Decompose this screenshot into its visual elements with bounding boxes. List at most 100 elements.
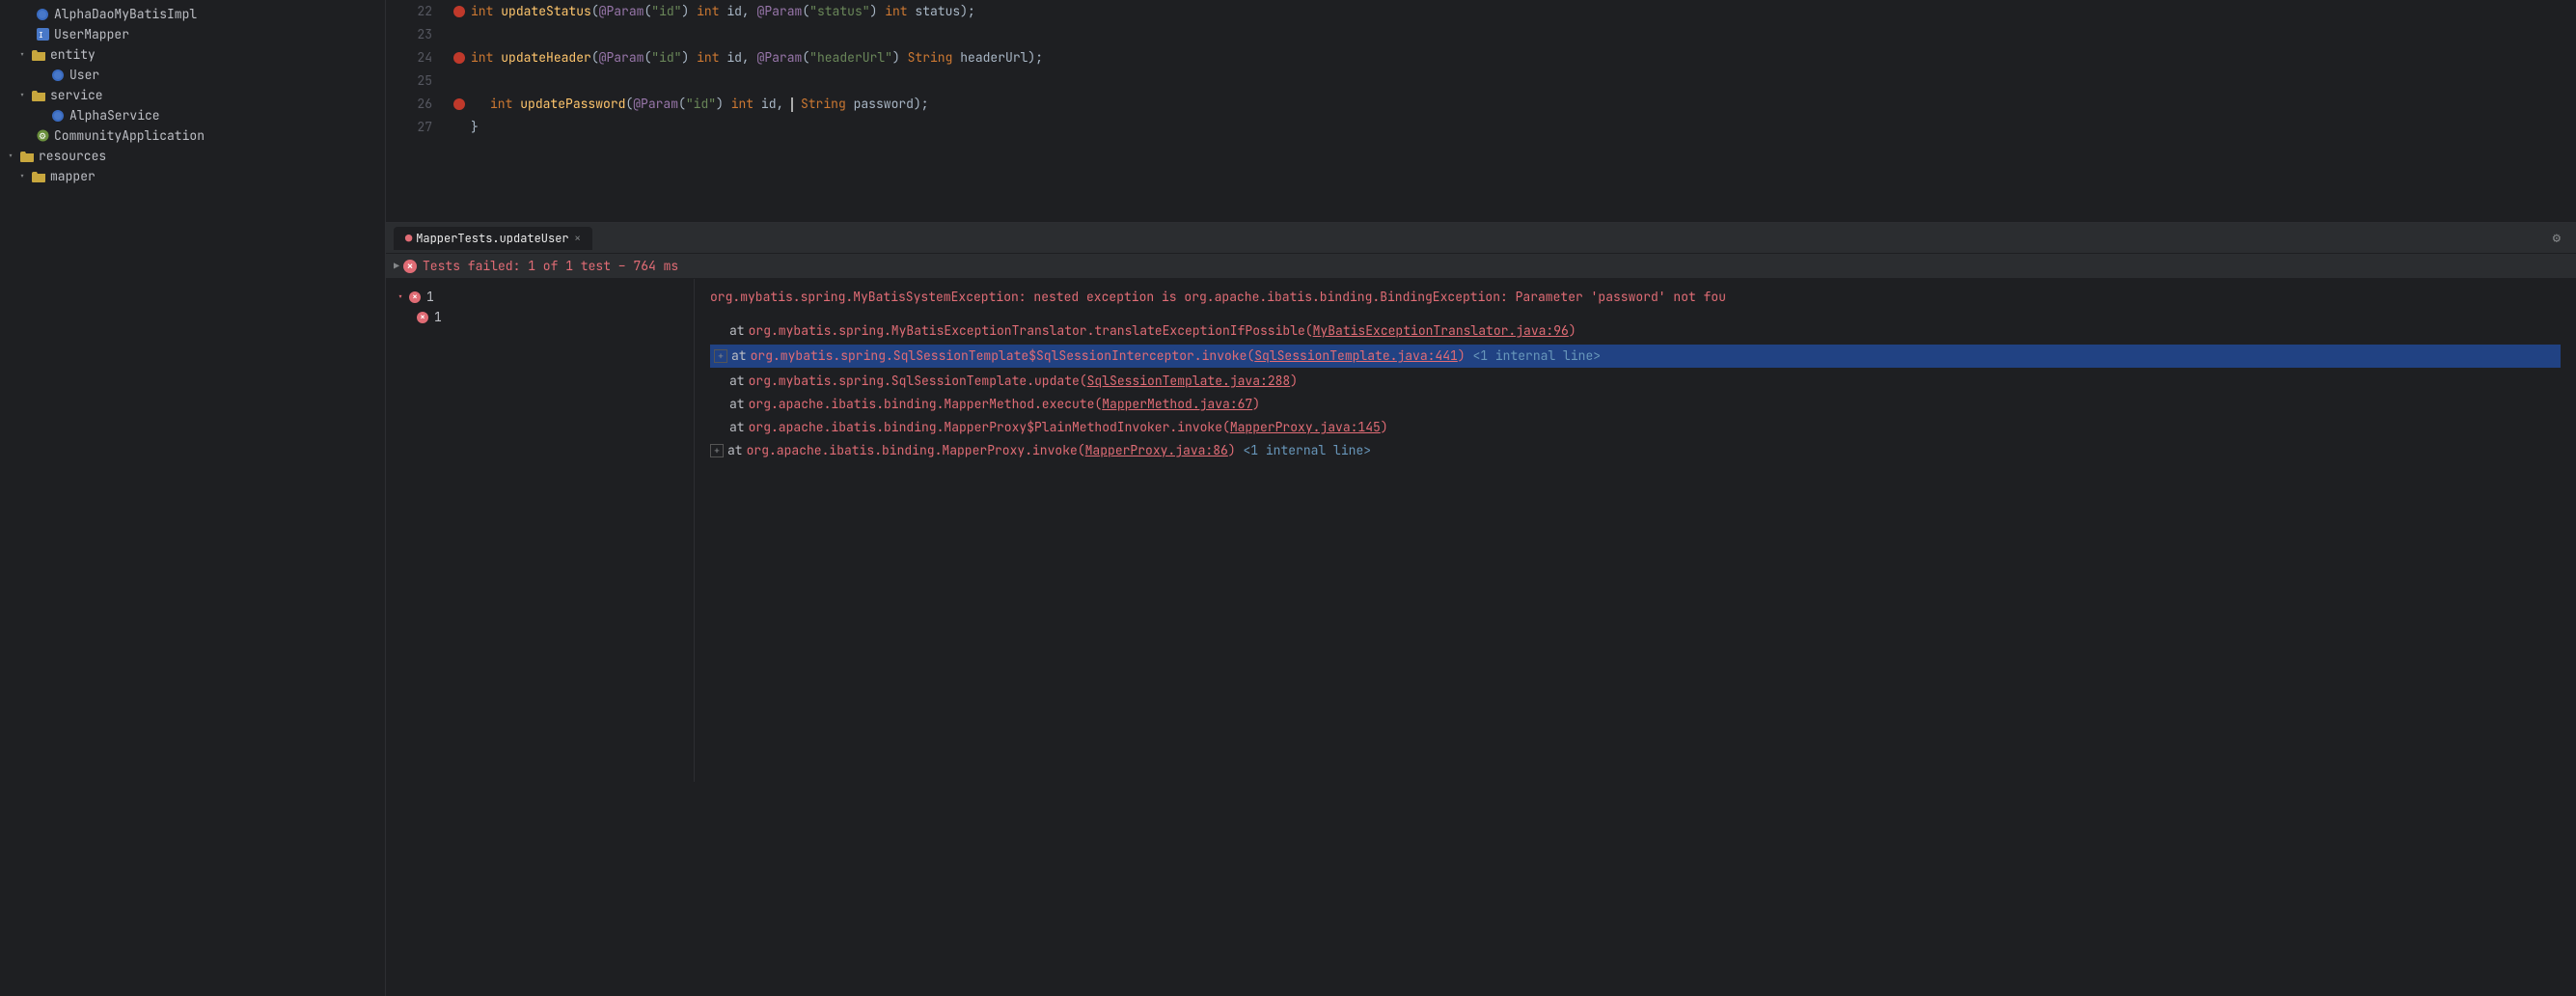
tab-label: MapperTests.updateUser xyxy=(416,231,568,246)
code-line-24: int updateHeader(@Param("id") int id, @P… xyxy=(452,46,2576,69)
stack-line-5: at org.apache.ibatis.binding.MapperProxy… xyxy=(710,416,2561,439)
sidebar-item-user[interactable]: User xyxy=(0,65,385,85)
sidebar-label: User xyxy=(69,67,99,83)
stack-link-1[interactable]: MyBatisExceptionTranslator.java:96 xyxy=(1313,320,1569,342)
main-container: AlphaDaoMyBatisImpl I UserMapper ▾ entit… xyxy=(0,0,2576,996)
error-dot-icon: ✕ xyxy=(409,291,421,303)
sidebar-item-usermapper[interactable]: I UserMapper xyxy=(0,24,385,44)
breakpoint-25 xyxy=(452,73,467,89)
stack-line-3: at org.mybatis.spring.SqlSessionTemplate… xyxy=(710,370,2561,393)
sidebar-label: service xyxy=(50,87,103,103)
code-editor: 22 23 24 25 26 27 int updateStatus(@Para… xyxy=(386,0,2576,222)
sidebar-label: resources xyxy=(39,148,106,164)
stack-indent: at xyxy=(710,417,745,438)
expand-button-6[interactable]: + xyxy=(710,444,724,457)
sidebar-item-mapper[interactable]: ▾ mapper xyxy=(0,166,385,186)
error-output-panel[interactable]: org.mybatis.spring.MyBatisSystemExceptio… xyxy=(695,279,2576,782)
chevron-down-icon: ▾ xyxy=(397,292,407,302)
stack-class-2: org.mybatis.spring.SqlSessionTemplate$Sq… xyxy=(751,346,1255,367)
error-text: org.mybatis.spring.MyBatisSystemExceptio… xyxy=(710,289,1726,305)
code-line-25 xyxy=(452,69,2576,93)
sidebar-item-entity[interactable]: ▾ entity xyxy=(0,44,385,65)
chevron-right-icon: ▾ xyxy=(19,172,29,181)
error-main-message: org.mybatis.spring.MyBatisSystemExceptio… xyxy=(710,287,2561,308)
collapse-arrow[interactable]: ▶ xyxy=(394,260,399,272)
stack-class-6: org.apache.ibatis.binding.MapperProxy.in… xyxy=(747,440,1085,461)
stack-class-3: org.mybatis.spring.SqlSessionTemplate.up… xyxy=(749,371,1087,392)
code-area[interactable]: int updateStatus(@Param("id") int id, @P… xyxy=(444,0,2576,222)
test-status: ✕ Tests failed: 1 of 1 test – 764 ms xyxy=(403,258,678,274)
tab-mappertests-updateuser[interactable]: ● MapperTests.updateUser ✕ xyxy=(394,227,592,250)
resources-folder-icon xyxy=(19,149,35,164)
stack-link-2[interactable]: SqlSessionTemplate.java:441 xyxy=(1254,346,1458,367)
stack-line-1: at org.mybatis.spring.MyBatisExceptionTr… xyxy=(710,319,2561,343)
sidebar-label: CommunityApplication xyxy=(54,127,205,144)
stack-class-5: org.apache.ibatis.binding.MapperProxy$Pl… xyxy=(749,417,1230,438)
folder-icon xyxy=(31,88,46,103)
test-tree-item-1[interactable]: ▾ ✕ 1 xyxy=(394,287,686,307)
breakpoint-27 xyxy=(452,120,467,135)
code-line-26: int updatePassword(@Param("id") int id, … xyxy=(452,93,2576,116)
stack-line-4: at org.apache.ibatis.binding.MapperMetho… xyxy=(710,393,2561,416)
sidebar-item-communityapplication[interactable]: ⚙ CommunityApplication xyxy=(0,125,385,146)
breakpoint-24 xyxy=(452,50,467,66)
sidebar-item-resources[interactable]: ▾ resources xyxy=(0,146,385,166)
svg-text:I: I xyxy=(39,31,43,40)
stack-indent: at xyxy=(710,320,745,342)
folder-icon xyxy=(31,47,46,63)
breakpoint-22 xyxy=(452,4,467,19)
bottom-panel: ● MapperTests.updateUser ✕ ⚙ ▶ ✕ Tests f… xyxy=(386,222,2576,782)
chevron-down-icon: ▾ xyxy=(19,50,29,60)
stack-link-4[interactable]: MapperMethod.java:67 xyxy=(1102,394,1252,415)
breakpoint-26 xyxy=(452,97,467,112)
sidebar-item-alphadaomybatisimpl[interactable]: AlphaDaoMyBatisImpl xyxy=(0,4,385,24)
sidebar-label: mapper xyxy=(50,168,96,184)
tab-error-icon: ● xyxy=(405,231,412,246)
stack-class-4: org.apache.ibatis.binding.MapperMethod.e… xyxy=(749,394,1103,415)
stack-link-5[interactable]: MapperProxy.java:145 xyxy=(1230,417,1381,438)
error-dot-icon: ✕ xyxy=(417,312,428,323)
code-line-22: int updateStatus(@Param("id") int id, @P… xyxy=(452,0,2576,23)
internal-line-label-6: <1 internal line> xyxy=(1236,440,1371,461)
stack-line-6: + at org.apache.ibatis.binding.MapperPro… xyxy=(710,439,2561,462)
tree-number-1: 1 xyxy=(426,289,434,305)
code-line-27: } xyxy=(452,116,2576,139)
sidebar-item-service[interactable]: ▾ service xyxy=(0,85,385,105)
sidebar-label: AlphaService xyxy=(69,107,160,124)
stack-class-1: org.mybatis.spring.MyBatisExceptionTrans… xyxy=(749,320,1313,342)
test-tree-item-1-1[interactable]: ✕ 1 xyxy=(394,307,686,327)
stack-indent: at xyxy=(710,371,745,392)
tab-close-button[interactable]: ✕ xyxy=(575,232,581,244)
java-file-icon xyxy=(50,68,66,83)
java-file-icon xyxy=(35,7,50,22)
test-status-text: Tests failed: 1 of 1 test – 764 ms xyxy=(423,258,678,274)
sidebar: AlphaDaoMyBatisImpl I UserMapper ▾ entit… xyxy=(0,0,386,996)
svg-text:⚙: ⚙ xyxy=(39,131,46,141)
expand-button[interactable]: + xyxy=(714,349,727,363)
bottom-tabs: ● MapperTests.updateUser ✕ ⚙ xyxy=(386,223,2576,254)
stack-link-3[interactable]: SqlSessionTemplate.java:288 xyxy=(1087,371,1291,392)
sidebar-label: AlphaDaoMyBatisImpl xyxy=(54,6,197,22)
spring-boot-icon: ⚙ xyxy=(35,128,50,144)
sidebar-item-alphaservice[interactable]: AlphaService xyxy=(0,105,385,125)
sidebar-label: entity xyxy=(50,46,96,63)
interface-file-icon: I xyxy=(35,27,50,42)
code-line-23 xyxy=(452,23,2576,46)
java-file-icon xyxy=(50,108,66,124)
stack-indent: at xyxy=(710,394,745,415)
test-results-body: ▾ ✕ 1 ✕ 1 org.mybatis.spring.MyBatisSyst… xyxy=(386,279,2576,782)
stack-at: at xyxy=(731,346,747,367)
chevron-down-icon: ▾ xyxy=(19,91,29,100)
stack-line-2-highlighted[interactable]: + at org.mybatis.spring.SqlSessionTempla… xyxy=(710,345,2561,368)
error-circle-icon: ✕ xyxy=(403,260,417,273)
line-numbers: 22 23 24 25 26 27 xyxy=(386,0,444,222)
stack-at: at xyxy=(727,440,743,461)
gear-icon[interactable]: ⚙ xyxy=(2553,230,2568,247)
test-tree-panel: ▾ ✕ 1 ✕ 1 xyxy=(386,279,695,782)
internal-line-label: <1 internal line> xyxy=(1466,346,1601,367)
stack-link-6[interactable]: MapperProxy.java:86 xyxy=(1085,440,1228,461)
tree-number-1-1: 1 xyxy=(434,309,442,325)
sidebar-label: UserMapper xyxy=(54,26,129,42)
folder-icon xyxy=(31,169,46,184)
test-results: ▶ ✕ Tests failed: 1 of 1 test – 764 ms ▾… xyxy=(386,254,2576,782)
